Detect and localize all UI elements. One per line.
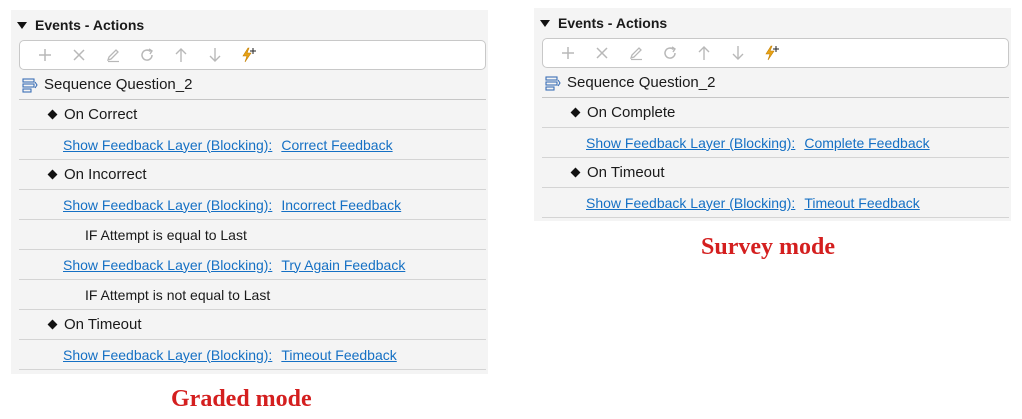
survey-mode-caption: Survey mode bbox=[701, 234, 835, 260]
condition-row[interactable]: IF Attempt is equal to Last bbox=[19, 220, 486, 250]
add-trigger-button[interactable] bbox=[232, 42, 266, 68]
refresh-icon bbox=[141, 48, 153, 61]
add-icon bbox=[39, 49, 51, 61]
actions-toolbar bbox=[542, 38, 1009, 68]
action-row: Show Feedback Layer (Blocking): Try Agai… bbox=[19, 250, 486, 280]
target-link[interactable]: Timeout Feedback bbox=[281, 347, 396, 363]
root-label: Sequence Question_2 bbox=[44, 76, 193, 93]
graded-mode-caption: Graded mode bbox=[171, 386, 312, 412]
event-row[interactable]: On Timeout bbox=[542, 158, 1009, 188]
action-link[interactable]: Show Feedback Layer (Blocking): bbox=[63, 347, 272, 363]
event-row[interactable]: On Complete bbox=[542, 98, 1009, 128]
move-up-icon bbox=[175, 48, 187, 62]
target-link[interactable]: Try Again Feedback bbox=[281, 257, 405, 273]
events-tree: Sequence Question_2 On Correct Show Feed… bbox=[19, 70, 486, 370]
action-row: Show Feedback Layer (Blocking): Incorrec… bbox=[19, 190, 486, 220]
add-trigger-icon bbox=[765, 45, 779, 61]
condition-label: IF Attempt is not equal to Last bbox=[85, 286, 271, 303]
event-row[interactable]: On Correct bbox=[19, 100, 486, 130]
add-button[interactable] bbox=[28, 42, 62, 68]
edit-button[interactable] bbox=[619, 40, 653, 66]
condition-label: IF Attempt is equal to Last bbox=[85, 226, 247, 243]
diamond-bullet-icon bbox=[47, 169, 58, 180]
diamond-bullet-icon bbox=[570, 107, 581, 118]
tree-root-row[interactable]: Sequence Question_2 bbox=[19, 70, 486, 100]
survey-events-actions-panel: Events - Actions Sequence Question_2 On … bbox=[534, 8, 1011, 221]
events-tree: Sequence Question_2 On Complete Show Fee… bbox=[542, 68, 1009, 218]
sequence-question-icon bbox=[545, 75, 561, 91]
target-link[interactable]: Correct Feedback bbox=[281, 137, 392, 153]
delete-button[interactable] bbox=[585, 40, 619, 66]
tree-root-row[interactable]: Sequence Question_2 bbox=[542, 68, 1009, 98]
diamond-bullet-icon bbox=[570, 167, 581, 178]
target-link[interactable]: Incorrect Feedback bbox=[281, 197, 401, 213]
event-label: On Timeout bbox=[587, 164, 665, 181]
move-up-icon bbox=[698, 46, 710, 60]
action-link[interactable]: Show Feedback Layer (Blocking): bbox=[63, 137, 272, 153]
graded-events-actions-panel: Events - Actions Sequence Question_2 On … bbox=[11, 10, 488, 374]
event-row[interactable]: On Timeout bbox=[19, 310, 486, 340]
collapse-caret-icon[interactable] bbox=[17, 21, 27, 29]
action-row: Show Feedback Layer (Blocking): Timeout … bbox=[19, 340, 486, 370]
refresh-button[interactable] bbox=[653, 40, 687, 66]
panel-title: Events - Actions bbox=[35, 17, 145, 33]
edit-button[interactable] bbox=[96, 42, 130, 68]
move-up-button[interactable] bbox=[164, 42, 198, 68]
panel-title: Events - Actions bbox=[558, 15, 668, 31]
edit-icon bbox=[106, 49, 119, 63]
collapse-caret-icon[interactable] bbox=[540, 19, 550, 27]
action-row: Show Feedback Layer (Blocking): Timeout … bbox=[542, 188, 1009, 218]
target-link[interactable]: Complete Feedback bbox=[804, 135, 929, 151]
action-link[interactable]: Show Feedback Layer (Blocking): bbox=[586, 195, 795, 211]
diamond-bullet-icon bbox=[47, 109, 58, 120]
panel-header[interactable]: Events - Actions bbox=[11, 10, 488, 40]
move-down-icon bbox=[209, 48, 221, 62]
refresh-button[interactable] bbox=[130, 42, 164, 68]
target-link[interactable]: Timeout Feedback bbox=[804, 195, 919, 211]
delete-button[interactable] bbox=[62, 42, 96, 68]
action-row: Show Feedback Layer (Blocking): Complete… bbox=[542, 128, 1009, 158]
refresh-icon bbox=[664, 46, 676, 59]
actions-toolbar bbox=[19, 40, 486, 70]
add-icon bbox=[562, 47, 574, 59]
action-link[interactable]: Show Feedback Layer (Blocking): bbox=[586, 135, 795, 151]
move-up-button[interactable] bbox=[687, 40, 721, 66]
diamond-bullet-icon bbox=[47, 319, 58, 330]
edit-icon bbox=[629, 47, 642, 61]
add-button[interactable] bbox=[551, 40, 585, 66]
add-trigger-icon bbox=[242, 47, 256, 63]
sequence-question-icon bbox=[22, 77, 38, 93]
event-label: On Complete bbox=[587, 104, 676, 121]
action-link[interactable]: Show Feedback Layer (Blocking): bbox=[63, 257, 272, 273]
event-label: On Timeout bbox=[64, 316, 142, 333]
move-down-icon bbox=[732, 46, 744, 60]
event-label: On Correct bbox=[64, 106, 138, 123]
delete-icon bbox=[596, 47, 608, 59]
move-down-button[interactable] bbox=[198, 42, 232, 68]
action-link[interactable]: Show Feedback Layer (Blocking): bbox=[63, 197, 272, 213]
action-row: Show Feedback Layer (Blocking): Correct … bbox=[19, 130, 486, 160]
delete-icon bbox=[73, 49, 85, 61]
root-label: Sequence Question_2 bbox=[567, 74, 716, 91]
panel-header[interactable]: Events - Actions bbox=[534, 8, 1011, 38]
event-label: On Incorrect bbox=[64, 166, 147, 183]
move-down-button[interactable] bbox=[721, 40, 755, 66]
add-trigger-button[interactable] bbox=[755, 40, 789, 66]
condition-row[interactable]: IF Attempt is not equal to Last bbox=[19, 280, 486, 310]
event-row[interactable]: On Incorrect bbox=[19, 160, 486, 190]
